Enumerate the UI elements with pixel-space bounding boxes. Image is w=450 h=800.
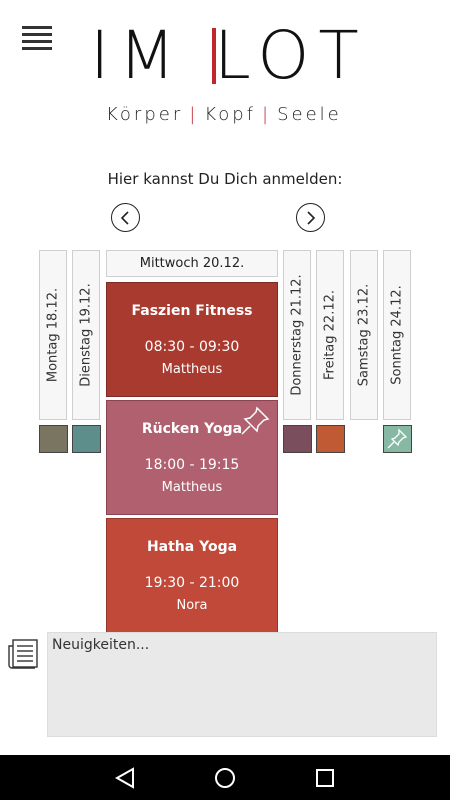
active-day-header[interactable]: Mittwoch 20.12.	[106, 250, 278, 277]
day-column-thursday[interactable]: Donnerstag 21.12.	[283, 250, 311, 420]
day-swatch-monday[interactable]	[39, 425, 68, 453]
course-time: 19:30 - 21:00	[144, 575, 240, 591]
day-swatch-sunday[interactable]	[383, 425, 412, 453]
chevron-right-icon	[307, 211, 316, 225]
recents-square-icon[interactable]	[313, 766, 337, 790]
course-time: 18:00 - 19:15	[144, 457, 240, 473]
course-time: 08:30 - 09:30	[144, 339, 240, 355]
day-column-monday[interactable]: Montag 18.12.	[39, 250, 67, 420]
back-triangle-icon[interactable]	[113, 766, 137, 790]
day-swatch-thursday[interactable]	[283, 425, 312, 453]
hamburger-icon[interactable]	[22, 26, 52, 50]
course-title: Hatha Yoga	[146, 539, 238, 555]
pushpin-icon[interactable]	[239, 405, 271, 437]
android-navbar	[0, 755, 450, 800]
day-label: Dienstag 19.12.	[78, 283, 94, 387]
course-title: Faszien Fitness	[131, 303, 253, 319]
day-swatch-tuesday[interactable]	[72, 425, 101, 453]
course-teacher: Mattheus	[161, 362, 223, 377]
day-label: Donnerstag 21.12.	[289, 274, 305, 396]
course-teacher: Mattheus	[161, 480, 223, 495]
logo-text-left: IM	[90, 17, 185, 94]
day-label: Samstag 23.12.	[356, 283, 372, 387]
course-card[interactable]: Hatha Yoga 19:30 - 21:00 Nora	[106, 518, 278, 633]
news-input[interactable]: Neuigkeiten...	[47, 632, 437, 737]
prev-week-button[interactable]	[111, 203, 140, 232]
tagline-word: Seele	[277, 104, 342, 125]
chevron-left-icon	[120, 211, 129, 225]
tagline-separator: |	[262, 104, 272, 125]
signup-prompt: Hier kannst Du Dich anmelden:	[107, 170, 343, 188]
newspaper-icon[interactable]	[7, 638, 39, 670]
course-card[interactable]: Faszien Fitness 08:30 - 09:30 Mattheus	[106, 282, 278, 397]
home-circle-icon[interactable]	[213, 766, 237, 790]
day-swatch-friday[interactable]	[316, 425, 345, 453]
logo-text-right: LOT	[214, 17, 368, 94]
tagline-separator: |	[189, 104, 199, 125]
tagline-word: Körper	[106, 104, 184, 125]
day-column-sunday[interactable]: Sonntag 24.12.	[383, 250, 411, 420]
day-column-friday[interactable]: Freitag 22.12.	[316, 250, 344, 420]
tagline-word: Kopf	[204, 104, 256, 125]
pushpin-icon	[387, 428, 408, 449]
course-card[interactable]: Rücken Yoga 18:00 - 19:15 Mattheus	[106, 400, 278, 515]
day-label: Freitag 22.12.	[322, 290, 338, 380]
logo: IM LOT	[90, 17, 368, 94]
day-column-tuesday[interactable]: Dienstag 19.12.	[72, 250, 100, 420]
tagline: Körper | Kopf | Seele	[106, 104, 342, 125]
day-label: Sonntag 24.12.	[389, 285, 405, 385]
day-column-saturday[interactable]: Samstag 23.12.	[350, 250, 378, 420]
day-label: Montag 18.12.	[45, 287, 61, 383]
next-week-button[interactable]	[296, 203, 325, 232]
course-teacher: Nora	[176, 598, 208, 613]
